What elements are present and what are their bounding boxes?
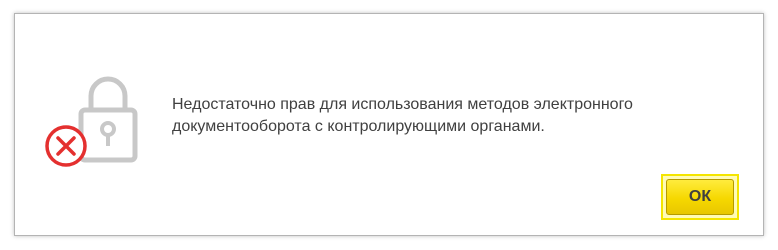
lock-with-error-icon bbox=[43, 70, 143, 174]
ok-button[interactable]: ОК bbox=[666, 179, 734, 215]
error-dialog: Недостаточно прав для использования мето… bbox=[14, 13, 764, 236]
error-icon bbox=[45, 125, 87, 167]
ok-button-focus-frame: ОК bbox=[661, 174, 739, 220]
error-message: Недостаточно прав для использования мето… bbox=[172, 96, 633, 135]
